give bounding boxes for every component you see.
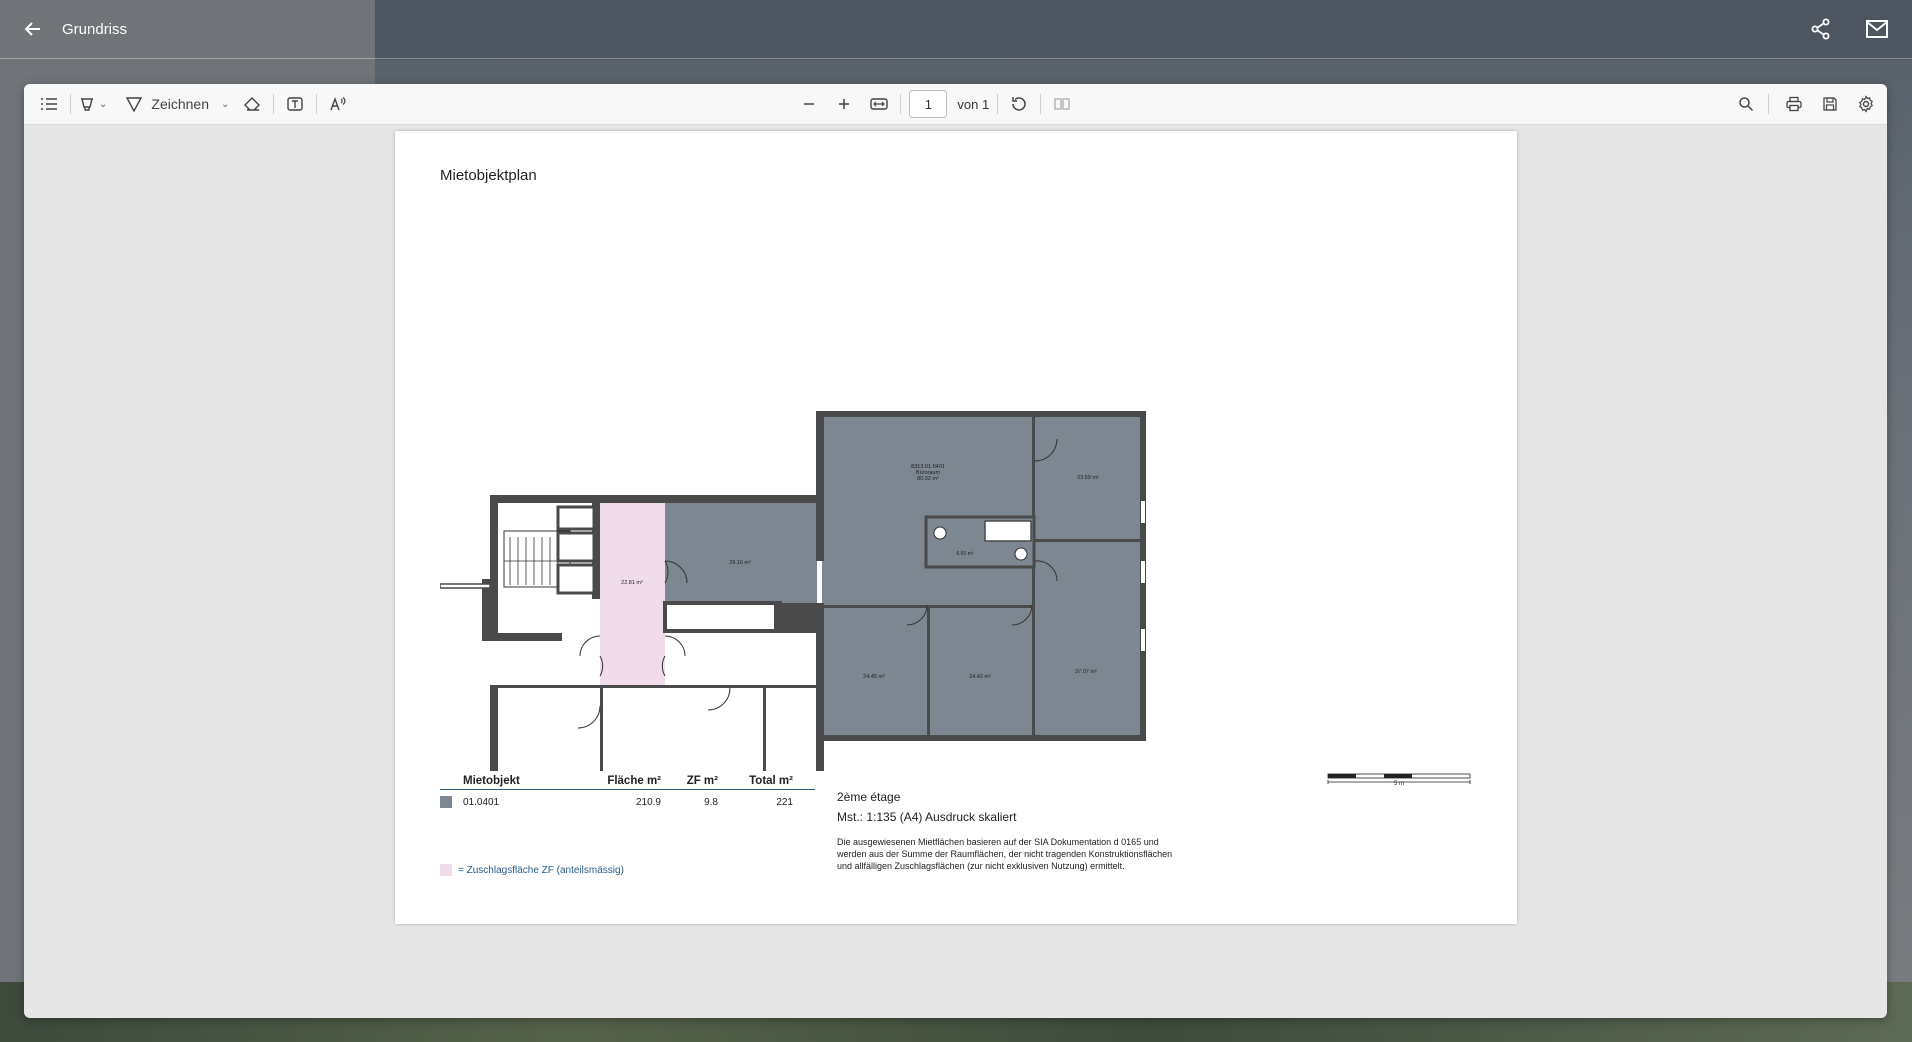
wall [490, 495, 820, 503]
toolbar-divider [900, 94, 902, 114]
page-count: von 1 [957, 96, 990, 112]
fit-width-icon[interactable] [866, 90, 892, 118]
zf-note: = Zuschlagsfläche ZF (anteilsmässig) [458, 864, 624, 876]
toolbar-divider [1040, 94, 1042, 114]
share-icon[interactable] [1808, 16, 1834, 42]
legend-header: Mietobjekt [463, 775, 520, 787]
wall [816, 735, 1146, 741]
save-icon[interactable] [1817, 90, 1843, 118]
toolbar-divider [1768, 94, 1769, 114]
document-page: Mietobjektplan 8313.01.0401 Büroraum 80.… [395, 131, 1517, 924]
room-area-label: 37.07 m² [1075, 669, 1097, 675]
area-note: Die ausgewiesenen Mietflächen basieren a… [837, 837, 1173, 871]
toolbar-divider [70, 94, 71, 114]
toolbar-divider [273, 94, 275, 114]
scale-bar-label: 5 m [1394, 781, 1404, 787]
wall [600, 688, 603, 771]
read-aloud-icon[interactable] [325, 90, 351, 118]
kitchen-counter [663, 601, 782, 633]
draw-tool-label: Zeichnen [151, 96, 209, 112]
page-view-icon[interactable] [1049, 90, 1075, 118]
legend-header: Total m² [749, 775, 793, 787]
room-area-label: 24.45 m² [863, 674, 885, 680]
elevator-shaft [556, 531, 596, 563]
back-arrow-icon[interactable] [20, 16, 46, 42]
floor-info: 2ème étage Mst.: 1:135 (A4) Ausdruck ska… [837, 790, 1182, 872]
zoom-out-icon[interactable] [796, 90, 822, 118]
zoom-in-icon[interactable] [831, 90, 857, 118]
room-area-label: 6.60 m² [957, 551, 974, 557]
rental-area-east [822, 416, 1142, 741]
toolbar-divider [997, 94, 999, 114]
viewer-toolbar: ⌄ Zeichnen ⌄ von 1 [24, 84, 1887, 125]
chevron-down-icon: ⌄ [220, 98, 230, 110]
settings-gear-icon[interactable] [1853, 90, 1879, 118]
legend-header: Fläche m² [607, 775, 661, 787]
wall [763, 688, 766, 771]
scale-bar: 5 m [1327, 773, 1471, 787]
wc-fixture [984, 520, 1032, 542]
legend-cell: 01.0401 [440, 796, 605, 808]
wall [816, 741, 824, 771]
wall [482, 633, 562, 641]
room-area-label: 22.81 m² [621, 580, 643, 586]
rental-area-swatch [440, 796, 452, 808]
legend-flaeche: 210.9 [635, 796, 661, 808]
header-actions [1808, 16, 1890, 42]
text-box-icon[interactable] [282, 90, 308, 118]
zf-legend: = Zuschlagsfläche ZF (anteilsmässig) [440, 864, 624, 876]
wall [490, 495, 498, 637]
floor-label: 2ème étage [837, 790, 901, 804]
pdf-viewer: ⌄ Zeichnen ⌄ von 1 [24, 84, 1887, 1018]
draw-tool-button[interactable]: Zeichnen ⌄ [125, 90, 229, 118]
overlay-header: Grundriss [0, 0, 1912, 59]
print-icon[interactable] [1781, 90, 1807, 118]
plan-title: Mietobjektplan [440, 167, 537, 184]
elevator-shaft [556, 563, 596, 595]
room-area-label: 29.16 m² [729, 560, 751, 566]
window [1141, 501, 1145, 523]
elevator-shaft [556, 505, 596, 531]
wc-fixture [933, 526, 947, 540]
page-number-input[interactable] [909, 90, 948, 118]
scale-text: Mst.: 1:135 (A4) Ausdruck skaliert [837, 810, 1017, 824]
wall [1035, 539, 1140, 542]
outline-list-icon[interactable] [36, 90, 62, 118]
chevron-down-icon: ⌄ [99, 98, 108, 110]
wall [490, 685, 820, 688]
mail-icon[interactable] [1864, 16, 1890, 42]
legend-zf: 9.8 [704, 796, 718, 808]
legend-row: 01.0401 210.9 9.8 221 [440, 796, 815, 808]
wall [490, 688, 498, 771]
room-area-label: 23.59 m² [1077, 475, 1099, 481]
zf-swatch [440, 864, 452, 876]
window [1141, 629, 1145, 651]
header-title: Grundriss [62, 20, 128, 38]
room-area-label: 24.42 m² [969, 674, 991, 680]
legend-total: 221 [776, 796, 793, 808]
legend-table: Mietobjekt Fläche m² ZF m² Total m² 01.0… [440, 775, 815, 808]
zf-area [600, 503, 665, 685]
legend-header: ZF m² [686, 775, 718, 787]
wall [816, 411, 824, 561]
wall [774, 603, 816, 633]
wc-fixture [1014, 547, 1028, 561]
search-icon[interactable] [1733, 90, 1759, 118]
wall [816, 411, 1146, 417]
legend-object-id: 01.0401 [463, 796, 500, 808]
wall [927, 605, 930, 735]
floor-plan-drawing: 8313.01.0401 Büroraum 80.32 m² 23.59 m² … [440, 411, 1146, 771]
legend-header-row: Mietobjekt Fläche m² ZF m² Total m² [440, 775, 815, 790]
wall [1032, 417, 1035, 735]
rotate-icon[interactable] [1006, 90, 1032, 118]
room-area-label: 80.32 m² [917, 476, 939, 482]
window [1141, 561, 1145, 583]
highlight-tool-button[interactable]: ⌄ [79, 90, 107, 118]
eraser-icon[interactable] [239, 90, 265, 118]
wall [440, 583, 491, 589]
toolbar-divider [316, 94, 318, 114]
